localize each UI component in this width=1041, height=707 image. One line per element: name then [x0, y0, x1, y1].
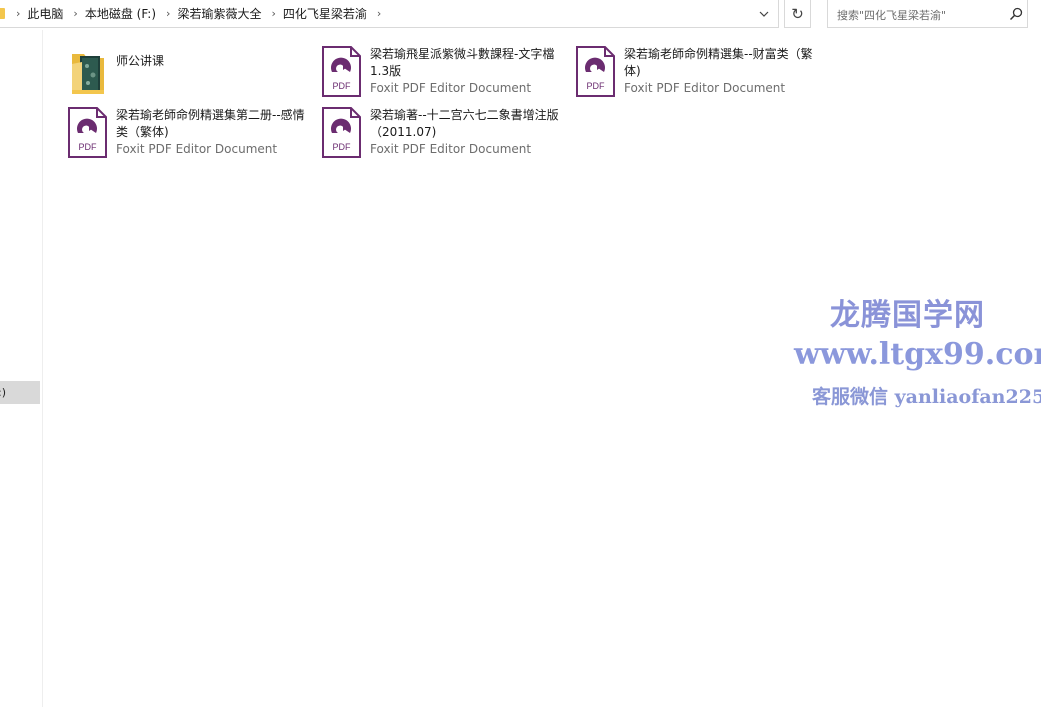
file-text: 梁若瑜老師命例精選集第二册--感情类（繁体) Foxit PDF Editor … — [116, 107, 316, 158]
navigation-pane[interactable]: :) — [0, 30, 43, 707]
search-icon — [1009, 7, 1023, 21]
address-history-button[interactable] — [753, 0, 775, 28]
file-text: 梁若瑜著--十二宫六七二象書增注版（2011.07) Foxit PDF Edi… — [370, 107, 570, 158]
list-item[interactable]: PDF 梁若瑜老師命例精選集第二册--感情类（繁体) Foxit PDF Edi… — [68, 107, 318, 163]
address-bar-row: › 此电脑 › 本地磁盘 (F:) › 梁若瑜紫薇大全 › 四化飞星梁若渝 › … — [0, 0, 1041, 30]
search-placeholder: 搜索"四化飞星梁若渝" — [837, 9, 947, 22]
file-text: 师公讲课 — [116, 53, 316, 70]
pdf-label: PDF — [333, 142, 352, 152]
folder-icon — [0, 8, 5, 19]
watermark-url: www.ltgx99.com — [794, 337, 1041, 372]
list-item[interactable]: PDF 梁若瑜著--十二宫六七二象書增注版（2011.07) Foxit PDF… — [322, 107, 572, 163]
file-type: Foxit PDF Editor Document — [624, 81, 786, 95]
pdf-icon: PDF — [322, 46, 361, 97]
file-type: Foxit PDF Editor Document — [116, 142, 278, 156]
folder-icon — [72, 54, 104, 94]
list-item[interactable]: PDF 梁若瑜老師命例精選集--财富类（繁体) Foxit PDF Editor… — [576, 46, 826, 102]
search-input[interactable]: 搜索"四化飞星梁若渝" — [827, 0, 1028, 28]
file-text: 梁若瑜飛星派紫微斗數課程-文字檔1.3版 Foxit PDF Editor Do… — [370, 46, 570, 97]
file-name: 师公讲课 — [116, 54, 165, 68]
refresh-button[interactable]: ↻ — [784, 0, 811, 28]
breadcrumb-item-this-pc[interactable]: 此电脑 — [27, 0, 63, 28]
file-type: Foxit PDF Editor Document — [370, 142, 532, 156]
file-type: Foxit PDF Editor Document — [370, 81, 532, 95]
chevron-right-icon[interactable]: › — [367, 0, 388, 28]
pdf-icon: PDF — [68, 107, 107, 158]
breadcrumb: › 此电脑 › 本地磁盘 (F:) › 梁若瑜紫薇大全 › 四化飞星梁若渝 › — [13, 0, 388, 28]
chevron-right-icon[interactable]: › — [156, 0, 177, 28]
chevron-down-icon — [759, 11, 769, 17]
file-name: 梁若瑜老師命例精選集--财富类（繁体) — [624, 47, 813, 78]
chevron-right-icon[interactable]: › — [63, 0, 84, 28]
breadcrumb-item-local-disk[interactable]: 本地磁盘 (F:) — [85, 0, 156, 28]
refresh-icon: ↻ — [791, 4, 804, 23]
pdf-icon: PDF — [576, 46, 615, 97]
pdf-label: PDF — [333, 81, 352, 91]
pdf-icon: PDF — [322, 107, 361, 158]
file-name: 梁若瑜著--十二宫六七二象書增注版（2011.07) — [370, 108, 559, 139]
file-text: 梁若瑜老師命例精選集--财富类（繁体) Foxit PDF Editor Doc… — [624, 46, 824, 97]
pdf-label: PDF — [587, 81, 606, 91]
pdf-label: PDF — [79, 142, 98, 152]
chevron-right-icon[interactable]: › — [13, 0, 27, 28]
breadcrumb-item-folder[interactable]: 梁若瑜紫薇大全 — [177, 0, 261, 28]
address-bar[interactable]: › 此电脑 › 本地磁盘 (F:) › 梁若瑜紫薇大全 › 四化飞星梁若渝 › — [0, 0, 779, 28]
nav-item-selected[interactable]: :) — [0, 381, 40, 404]
watermark-title: 龙腾国学网 — [830, 298, 985, 333]
file-name: 梁若瑜飛星派紫微斗數課程-文字檔1.3版 — [370, 47, 555, 78]
list-item[interactable]: 师公讲课 — [68, 48, 318, 104]
watermark-contact: 客服微信 yanliaofan225 — [812, 386, 1041, 408]
breadcrumb-item-current[interactable]: 四化飞星梁若渝 — [283, 0, 367, 28]
file-name: 梁若瑜老師命例精選集第二册--感情类（繁体) — [116, 108, 305, 139]
chevron-right-icon[interactable]: › — [261, 0, 282, 28]
list-item[interactable]: PDF 梁若瑜飛星派紫微斗數課程-文字檔1.3版 Foxit PDF Edito… — [322, 46, 572, 102]
